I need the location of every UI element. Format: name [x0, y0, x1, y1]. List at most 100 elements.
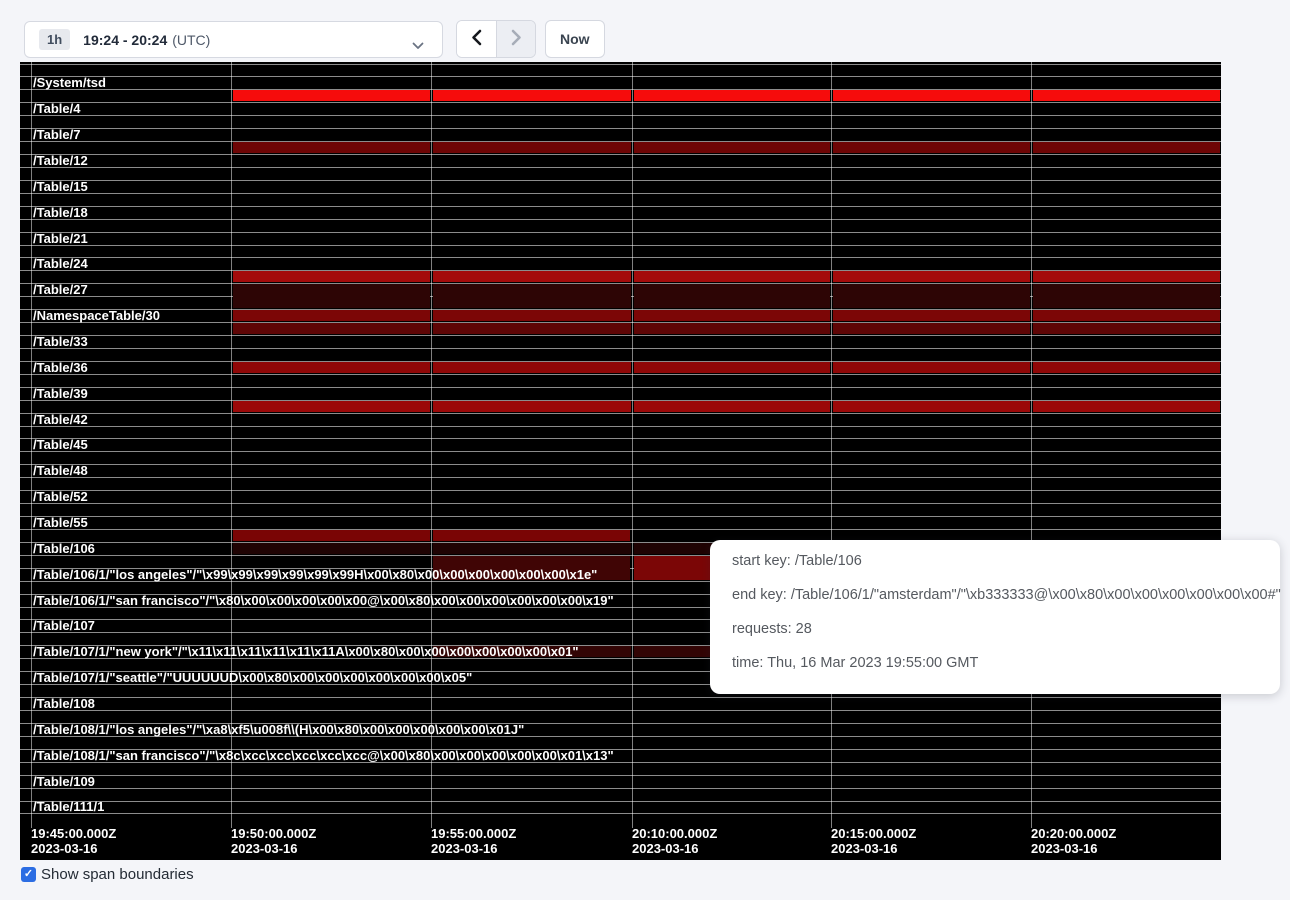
- heat-band[interactable]: [833, 284, 1030, 308]
- heat-band[interactable]: [634, 271, 830, 282]
- axis-tick-date: 2023-03-16: [231, 841, 316, 856]
- heat-band[interactable]: [233, 284, 430, 308]
- heat-band[interactable]: [634, 90, 830, 101]
- heat-band[interactable]: [1033, 271, 1220, 282]
- heat-band[interactable]: [1033, 362, 1220, 373]
- axis-tick-time: 19:50:00.000Z: [231, 826, 316, 841]
- heat-band[interactable]: [833, 323, 1030, 334]
- axis-tick-time: 19:55:00.000Z: [431, 826, 516, 841]
- heat-band[interactable]: [833, 362, 1030, 373]
- row-label: /Table/109: [33, 775, 95, 788]
- heat-band[interactable]: [634, 401, 830, 412]
- span-boundary-line: [20, 477, 1221, 478]
- show-span-boundaries-checkbox[interactable]: ✓: [21, 867, 36, 882]
- axis-tick-date: 2023-03-16: [831, 841, 916, 856]
- row-label: /Table/55: [33, 516, 88, 529]
- heat-band[interactable]: [634, 362, 830, 373]
- heat-band[interactable]: [233, 310, 430, 321]
- heat-band[interactable]: [433, 401, 631, 412]
- heat-band[interactable]: [833, 90, 1030, 101]
- bucket-tooltip: start key: /Table/106 end key: /Table/10…: [710, 540, 1280, 694]
- axis-tick-label: 20:10:00.000Z2023-03-16: [632, 826, 717, 856]
- heatmap-canvas[interactable]: /System/tsd/Table/4/Table/7/Table/12/Tab…: [20, 62, 1221, 822]
- axis-tick-date: 2023-03-16: [1031, 841, 1116, 856]
- row-label: /Table/45: [33, 438, 88, 451]
- span-boundary-line: [20, 64, 1221, 65]
- axis-tick-time: 20:20:00.000Z: [1031, 826, 1116, 841]
- now-button[interactable]: Now: [545, 20, 605, 58]
- row-label: /Table/108/1/"san francisco"/"\x8c\xcc\x…: [33, 749, 614, 762]
- checkmark-icon: ✓: [24, 869, 33, 880]
- heat-band[interactable]: [433, 362, 631, 373]
- span-boundary-line: [20, 710, 1221, 711]
- row-label: /Table/4: [33, 102, 80, 115]
- heat-band[interactable]: [1033, 90, 1220, 101]
- span-boundary-line: [20, 697, 1221, 698]
- heat-band[interactable]: [833, 401, 1030, 412]
- row-label: /System/tsd: [33, 76, 106, 89]
- show-span-boundaries-row: ✓ Show span boundaries: [21, 866, 194, 883]
- heat-band[interactable]: [233, 142, 430, 153]
- heat-band[interactable]: [233, 530, 430, 541]
- key-visualizer-chart[interactable]: /System/tsd/Table/4/Table/7/Table/12/Tab…: [20, 62, 1221, 860]
- row-label: /Table/27: [33, 283, 88, 296]
- heat-band[interactable]: [1033, 323, 1220, 334]
- next-interval-button[interactable]: [496, 21, 535, 57]
- range-label: 19:24 - 20:24: [83, 32, 167, 48]
- axis-tick-label: 19:45:00.000Z2023-03-16: [31, 826, 116, 856]
- row-label: /Table/12: [33, 154, 88, 167]
- range-timezone: (UTC): [172, 32, 210, 48]
- time-range-select[interactable]: 1h 19:24 - 20:24 (UTC): [24, 21, 443, 58]
- heat-band[interactable]: [1033, 284, 1220, 308]
- span-boundary-line: [20, 167, 1221, 168]
- heat-band[interactable]: [1033, 401, 1220, 412]
- time-gridline: [431, 62, 432, 828]
- heat-band[interactable]: [433, 271, 631, 282]
- row-label: /NamespaceTable/30: [33, 309, 160, 322]
- heat-band[interactable]: [1033, 310, 1220, 321]
- span-boundary-line: [20, 102, 1221, 103]
- prev-interval-button[interactable]: [457, 21, 496, 57]
- heat-band[interactable]: [433, 284, 631, 308]
- axis-tick-label: 19:50:00.000Z2023-03-16: [231, 826, 316, 856]
- heat-band[interactable]: [433, 543, 631, 554]
- heat-band[interactable]: [1033, 142, 1220, 153]
- span-boundary-line: [20, 813, 1221, 814]
- span-boundary-line: [20, 451, 1221, 452]
- span-boundary-line: [20, 193, 1221, 194]
- heat-band[interactable]: [433, 323, 631, 334]
- span-boundary-line: [20, 154, 1221, 155]
- heat-band[interactable]: [433, 310, 631, 321]
- heat-band[interactable]: [833, 271, 1030, 282]
- axis-tick-date: 2023-03-16: [431, 841, 516, 856]
- heat-band[interactable]: [833, 310, 1030, 321]
- row-label: /Table/52: [33, 490, 88, 503]
- heat-band[interactable]: [233, 401, 430, 412]
- heat-band[interactable]: [433, 90, 631, 101]
- span-boundary-line: [20, 335, 1221, 336]
- heat-band[interactable]: [233, 323, 430, 334]
- span-boundary-line: [20, 245, 1221, 246]
- heat-band[interactable]: [433, 142, 631, 153]
- span-boundary-line: [20, 387, 1221, 388]
- row-label: /Table/106: [33, 542, 95, 555]
- heat-band[interactable]: [233, 90, 430, 101]
- heat-band[interactable]: [634, 310, 830, 321]
- row-label: /Table/106/1/"los angeles"/"\x99\x99\x99…: [33, 568, 597, 581]
- heat-band[interactable]: [634, 142, 830, 153]
- heat-band[interactable]: [233, 271, 430, 282]
- heat-band[interactable]: [233, 543, 430, 554]
- heat-band[interactable]: [233, 362, 430, 373]
- span-boundary-line: [20, 775, 1221, 776]
- chevron-left-icon: [471, 29, 482, 49]
- heat-band[interactable]: [634, 323, 830, 334]
- row-label: /Table/111/1: [33, 801, 104, 814]
- heat-band[interactable]: [634, 284, 830, 308]
- row-label: /Table/7: [33, 128, 80, 141]
- row-label: /Table/106/1/"san francisco"/"\x80\x00\x…: [33, 594, 614, 607]
- heat-band[interactable]: [833, 142, 1030, 153]
- span-boundary-line: [20, 206, 1221, 207]
- row-label: /Table/39: [33, 387, 88, 400]
- span-boundary-line: [20, 76, 1221, 77]
- heat-band[interactable]: [433, 530, 630, 541]
